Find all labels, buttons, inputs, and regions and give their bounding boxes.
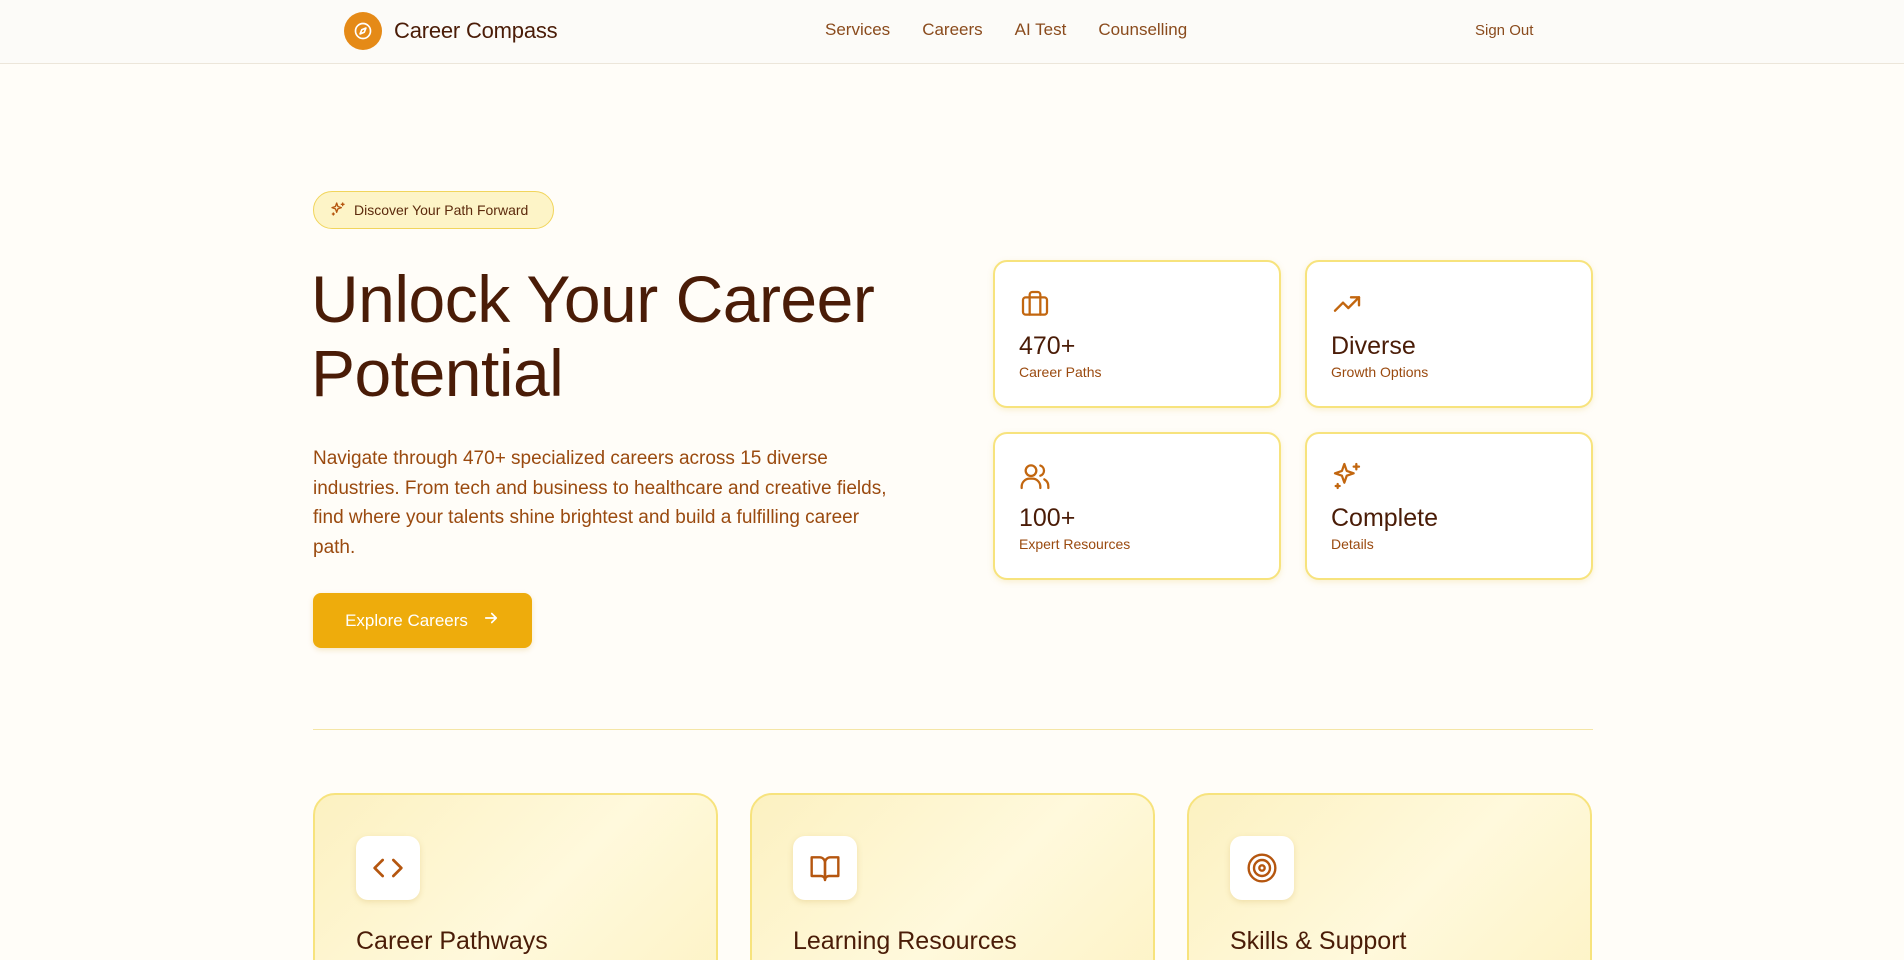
top-header: Career Compass Services Careers AI Test … (0, 0, 1904, 64)
sparkles-icon (1331, 460, 1363, 497)
sign-out-link[interactable]: Sign Out (1475, 22, 1533, 39)
stat-value: Diverse (1331, 332, 1416, 360)
feature-title: Learning Resources (793, 927, 1017, 955)
nav-ai-test[interactable]: AI Test (1015, 20, 1067, 40)
section-divider (313, 729, 1593, 730)
stat-card-growth-options: Diverse Growth Options (1305, 260, 1593, 408)
explore-careers-button[interactable]: Explore Careers (313, 593, 532, 648)
hero-description: Navigate through 470+ specialized career… (313, 448, 887, 558)
brand-name: Career Compass (394, 18, 558, 43)
stat-value: Complete (1331, 504, 1438, 532)
nav-counselling[interactable]: Counselling (1098, 20, 1187, 40)
nav-careers[interactable]: Careers (922, 20, 982, 40)
feature-card-learning-resources[interactable]: Learning Resources (750, 793, 1155, 960)
code-icon (356, 836, 420, 900)
sparkles-icon (330, 201, 346, 220)
stat-label: Career Paths (1019, 364, 1102, 380)
stat-value: 100+ (1019, 504, 1076, 532)
brand-logo[interactable]: Career Compass (344, 12, 558, 50)
stat-label: Growth Options (1331, 364, 1429, 380)
users-icon (1019, 460, 1051, 497)
stat-value: 470+ (1019, 332, 1076, 360)
target-icon (1230, 836, 1294, 900)
feature-title: Skills & Support (1230, 927, 1407, 955)
feature-card-career-pathways[interactable]: Career Pathways (313, 793, 718, 960)
stat-card-details: Complete Details (1305, 432, 1593, 580)
hero-badge: Discover Your Path Forward (313, 191, 554, 229)
arrow-right-icon (482, 609, 500, 632)
trending-up-icon (1331, 288, 1363, 325)
briefcase-icon (1019, 288, 1051, 325)
compass-icon (344, 12, 382, 50)
feature-title: Career Pathways (356, 927, 548, 955)
stat-card-expert-resources: 100+ Expert Resources (993, 432, 1281, 580)
stat-card-career-paths: 470+ Career Paths (993, 260, 1281, 408)
nav-services[interactable]: Services (825, 20, 890, 40)
feature-card-skills-support[interactable]: Skills & Support (1187, 793, 1592, 960)
explore-careers-label: Explore Careers (345, 610, 468, 630)
stat-label: Expert Resources (1019, 536, 1131, 552)
stat-label: Details (1331, 536, 1374, 552)
book-open-icon (793, 836, 857, 900)
main-nav: Services Careers AI Test Counselling (825, 20, 1187, 40)
hero-title: Unlock Your Career Potential (311, 262, 875, 410)
hero-badge-text: Discover Your Path Forward (354, 202, 529, 218)
